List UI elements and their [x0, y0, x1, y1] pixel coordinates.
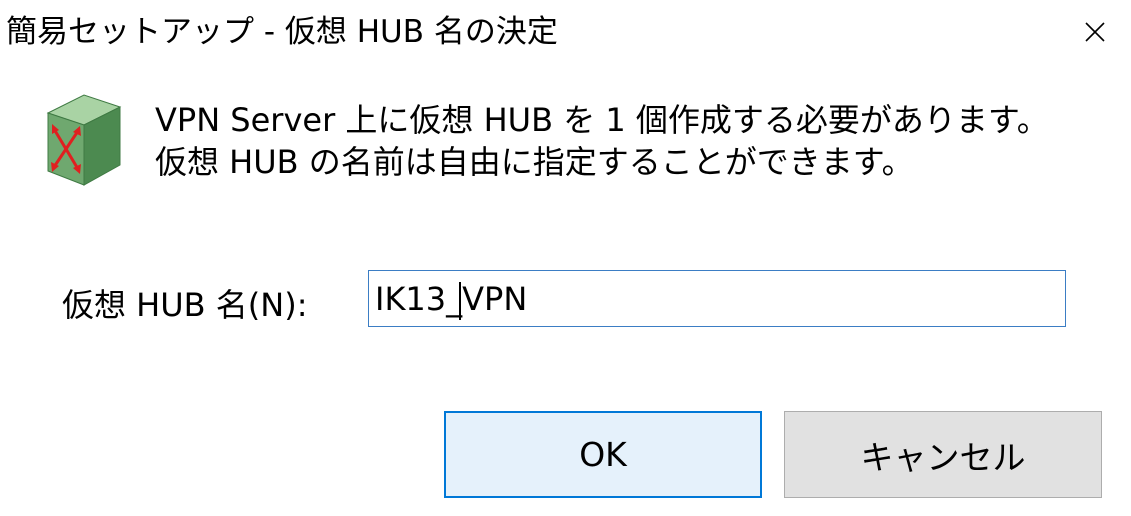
- cancel-button[interactable]: キャンセル: [784, 411, 1102, 498]
- setup-message: VPN Server 上に仮想 HUB を 1 個作成する必要があります。 仮想…: [155, 99, 1049, 183]
- window-title: 簡易セットアップ - 仮想 HUB 名の決定: [6, 14, 558, 50]
- hub-name-label: 仮想 HUB 名(N):: [62, 286, 308, 324]
- close-icon: [1085, 22, 1105, 42]
- hub-name-field[interactable]: [368, 270, 1066, 327]
- virtual-hub-icon: [46, 94, 122, 186]
- text-caret: [459, 282, 461, 320]
- close-button[interactable]: [1059, 0, 1131, 64]
- title-bar: 簡易セットアップ - 仮想 HUB 名の決定: [0, 0, 1131, 66]
- message-line-1: VPN Server 上に仮想 HUB を 1 個作成する必要があります。: [155, 101, 1049, 139]
- message-line-2: 仮想 HUB の名前は自由に指定することができます。: [155, 143, 914, 181]
- setup-dialog: 簡易セットアップ - 仮想 HUB 名の決定 VPN Server 上に仮想 H…: [0, 0, 1131, 516]
- ok-button[interactable]: OK: [444, 411, 762, 498]
- hub-name-input[interactable]: [369, 271, 1065, 326]
